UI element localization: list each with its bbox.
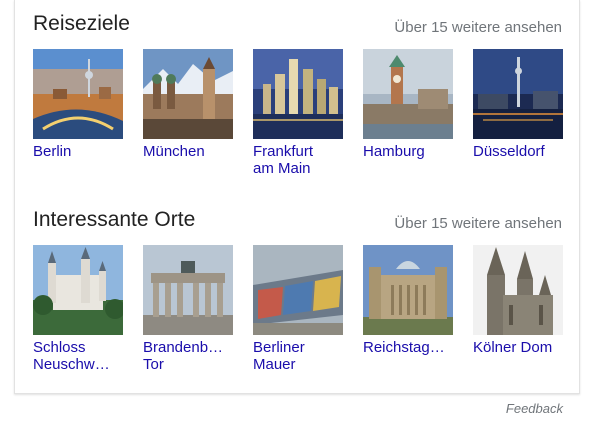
tile-muenchen[interactable]: München <box>143 49 235 160</box>
feedback-link[interactable]: Feedback <box>506 401 563 416</box>
tile-label-2: Mauer <box>253 356 296 373</box>
tile-label: Frankfurt <box>253 143 314 160</box>
tile-brandenburger-tor[interactable]: Brandenb… Tor <box>143 245 235 373</box>
knowledge-panel-card: Reiseziele Über 15 weitere ansehen Berli… <box>14 0 580 394</box>
see-more-link[interactable]: Über 15 weitere ansehen <box>394 215 562 232</box>
tile-berliner-mauer[interactable]: Berliner Mauer <box>253 245 345 373</box>
berliner-mauer-image <box>253 245 343 335</box>
tile-label: Berliner <box>253 339 305 356</box>
tile-label: Reichstag… <box>363 339 445 356</box>
duesseldorf-image <box>473 49 563 139</box>
berlin-image <box>33 49 123 139</box>
brandenburger-tor-image <box>143 245 233 335</box>
tile-label: Hamburg <box>363 143 425 160</box>
muenchen-image <box>143 49 233 139</box>
tile-frankfurt[interactable]: Frankfurt am Main <box>253 49 345 177</box>
hamburg-image <box>363 49 453 139</box>
section-title: Interessante Orte <box>33 208 196 231</box>
tile-label: Berlin <box>33 143 72 160</box>
see-more-link[interactable]: Über 15 weitere ansehen <box>394 19 562 36</box>
tile-berlin[interactable]: Berlin <box>33 49 125 160</box>
tile-label-2: Neuschw… <box>33 356 110 373</box>
tile-label: München <box>143 143 205 160</box>
reichstag-image <box>363 245 453 335</box>
tile-hamburg[interactable]: Hamburg <box>363 49 455 160</box>
frankfurt-image <box>253 49 343 139</box>
section-title: Reiseziele <box>33 12 130 35</box>
tile-label-2: Tor <box>143 356 164 373</box>
tile-label: Düsseldorf <box>473 143 545 160</box>
tile-label-2: am Main <box>253 160 311 177</box>
tile-label: Kölner Dom <box>473 339 553 356</box>
neuschwanstein-image <box>33 245 123 335</box>
tile-koelner-dom[interactable]: Kölner Dom <box>473 245 565 356</box>
tile-label: Schloss <box>33 339 86 356</box>
tile-reichstag[interactable]: Reichstag… <box>363 245 455 356</box>
koelner-dom-image <box>473 245 563 335</box>
tile-schloss-neuschwanstein[interactable]: Schloss Neuschw… <box>33 245 125 373</box>
tile-duesseldorf[interactable]: Düsseldorf <box>473 49 565 160</box>
tile-label: Brandenb… <box>143 339 224 356</box>
